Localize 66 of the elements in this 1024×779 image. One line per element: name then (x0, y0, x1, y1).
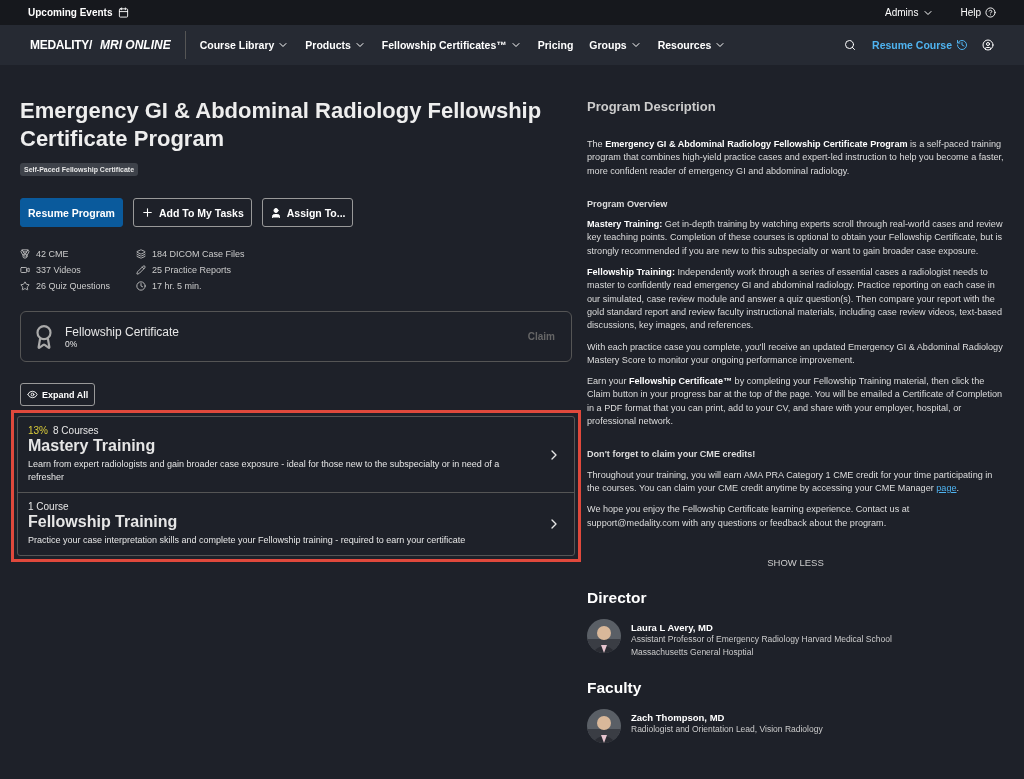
nav-menu-item[interactable]: Resources (649, 39, 735, 51)
plus-icon (140, 206, 154, 219)
paragraph: Earn your Fellowship Certificate™ by completing your Fellowship Training material, then click the Claim button in your progress bar at the top of the page. You will be emailed a Certificate of Completion in a PDF format that you can print, add to your CV, and share with your employer, hospital, or professional network. (587, 375, 1003, 429)
add-to-tasks-button[interactable]: Add To My Tasks (132, 198, 252, 227)
video-camera-icon (20, 265, 30, 275)
course-count: 8 Courses (53, 425, 99, 436)
history-icon (956, 39, 968, 51)
expand-all-button[interactable]: Expand All (20, 383, 96, 406)
show-less-button[interactable]: SHOW LESS (761, 555, 830, 569)
eye-icon (27, 389, 38, 400)
stat-text: 17 hr. 5 min. (152, 281, 202, 291)
logo[interactable]: MEDALITY/ MRI ONLINE (30, 31, 186, 59)
certificate-title: Fellowship Certificate (65, 324, 180, 339)
paragraph: With each practice case you complete, you'll receive an updated Emergency GI & Abdominal Radiology Mastery Score to monitor your ongoing performance improvement. (587, 340, 1004, 367)
stat-text: 184 DICOM Case Files (152, 249, 245, 259)
training-description: Learn from expert radiologists and gain broader case exposure - ideal for those new to the subspecialty or in need of a refresher (28, 458, 501, 484)
assign-button[interactable]: Assign To... (261, 198, 354, 227)
upcoming-events-link[interactable]: Upcoming Events (28, 7, 113, 18)
nav-menu-item[interactable]: Groups (581, 39, 650, 51)
person-title: Radiologist and Orientation Lead, Vision Radiology (631, 723, 823, 736)
admins-menu[interactable]: Admins (885, 6, 935, 19)
search-icon[interactable] (844, 39, 857, 51)
stat-text: 26 Quiz Questions (36, 281, 111, 291)
person-title: Massachusetts General Hosptial (631, 645, 755, 659)
paragraph: Mastery Training: Get in-depth training by watching experts scroll through real-world cases and review key teaching points. Completion of these courses is optional to obtain your Fellowship Certificate, but is strongly recommended if you are new to this subspecialty or want to gain broader case exposure. (587, 218, 1004, 258)
training-title: Mastery Training (28, 437, 157, 455)
help-link[interactable]: Help (960, 7, 996, 18)
person-name: Laura L Avery, MD (631, 621, 714, 633)
help-icon (985, 7, 996, 18)
layers-icon (136, 249, 146, 259)
person-name: Zach Thompson, MD (631, 711, 726, 723)
training-card[interactable]: 1 Course Fellowship Training Practice your case interpretation skills and complete your Fellowship training - required to earn your certificate (18, 492, 574, 555)
stat-text: 337 Videos (36, 265, 81, 275)
user-icon[interactable] (982, 39, 994, 51)
training-card[interactable]: 13% 8 Courses Mastery Training Learn from expert radiologists and gain broader case exposure - ideal for those new to the subspecialty or in need of a refresher (18, 417, 574, 492)
nav-menu-item[interactable]: Fellowship Certificates™ (373, 39, 530, 51)
nav-menu-item[interactable]: Course Library (191, 39, 298, 51)
paragraph: We hope you enjoy the Fellowship Certificate learning experience. Contact us at support@medality.com with any questions or feedback about the program. (587, 503, 911, 530)
star-icon (20, 281, 30, 291)
paragraph-heading: Don't forget to claim your CME credits! (587, 448, 757, 462)
medal-icon (20, 249, 30, 259)
person-icon (269, 206, 282, 219)
training-description: Practice your case interpretation skills and complete your Fellowship training - required to earn your certificate (28, 534, 467, 547)
calendar-icon (118, 7, 130, 18)
paragraph: Throughout your training, you will earn AMA PRA Category 1 CME credit for your time participating in the courses. You can claim your CME credit anytime by accessing your CME Manager page. (587, 468, 994, 495)
program-title: Emergency GI & Abdominal Radiology Fellowship Certificate Program (20, 97, 543, 153)
resume-program-button[interactable]: Resume Program (20, 198, 123, 227)
certificate-percent: 0% (65, 338, 78, 349)
section-heading: Director (587, 588, 648, 607)
section-heading: Faculty (587, 678, 643, 697)
paragraph-heading: Program Overview (587, 197, 669, 211)
stat-text: 25 Practice Reports (152, 265, 232, 275)
pencil-icon (136, 265, 146, 275)
stat-text: 42 CME (36, 249, 69, 259)
paragraph: Fellowship Training: Independently work through a series of essential cases a radiologist needs to master to confidently read emergency GI and abdominal radiology. Practice reporting on each case in our simulated, case review module and answer a quiz question(s). Then compare your report with the gold standard report and review faculty instructional materials, including case review videos, text-based discussions, key images, and references. (587, 266, 1003, 333)
resume-course-link[interactable]: Resume Course (872, 39, 968, 51)
page-link[interactable]: page (936, 482, 957, 493)
training-title: Fellowship Training (28, 513, 179, 531)
clock-icon (136, 281, 146, 291)
nav-menu-item[interactable]: Pricing (529, 39, 582, 51)
course-count: 1 Course (28, 501, 69, 512)
section-heading: Program Description (587, 99, 717, 114)
paragraph: The Emergency GI & Abdominal Radiology Fellowship Certificate Program is a self-paced training program that combines high-yield practice cases and expert-led instruction to help you become a faster, more confident reader of emergency GI and abdominal radiology. (587, 138, 1004, 178)
person-title: Assistant Professor of Emergency Radiology Harvard Medical School (631, 633, 892, 646)
nav-menu-item[interactable]: Products (297, 39, 374, 51)
progress-percent: 13% (28, 425, 48, 436)
